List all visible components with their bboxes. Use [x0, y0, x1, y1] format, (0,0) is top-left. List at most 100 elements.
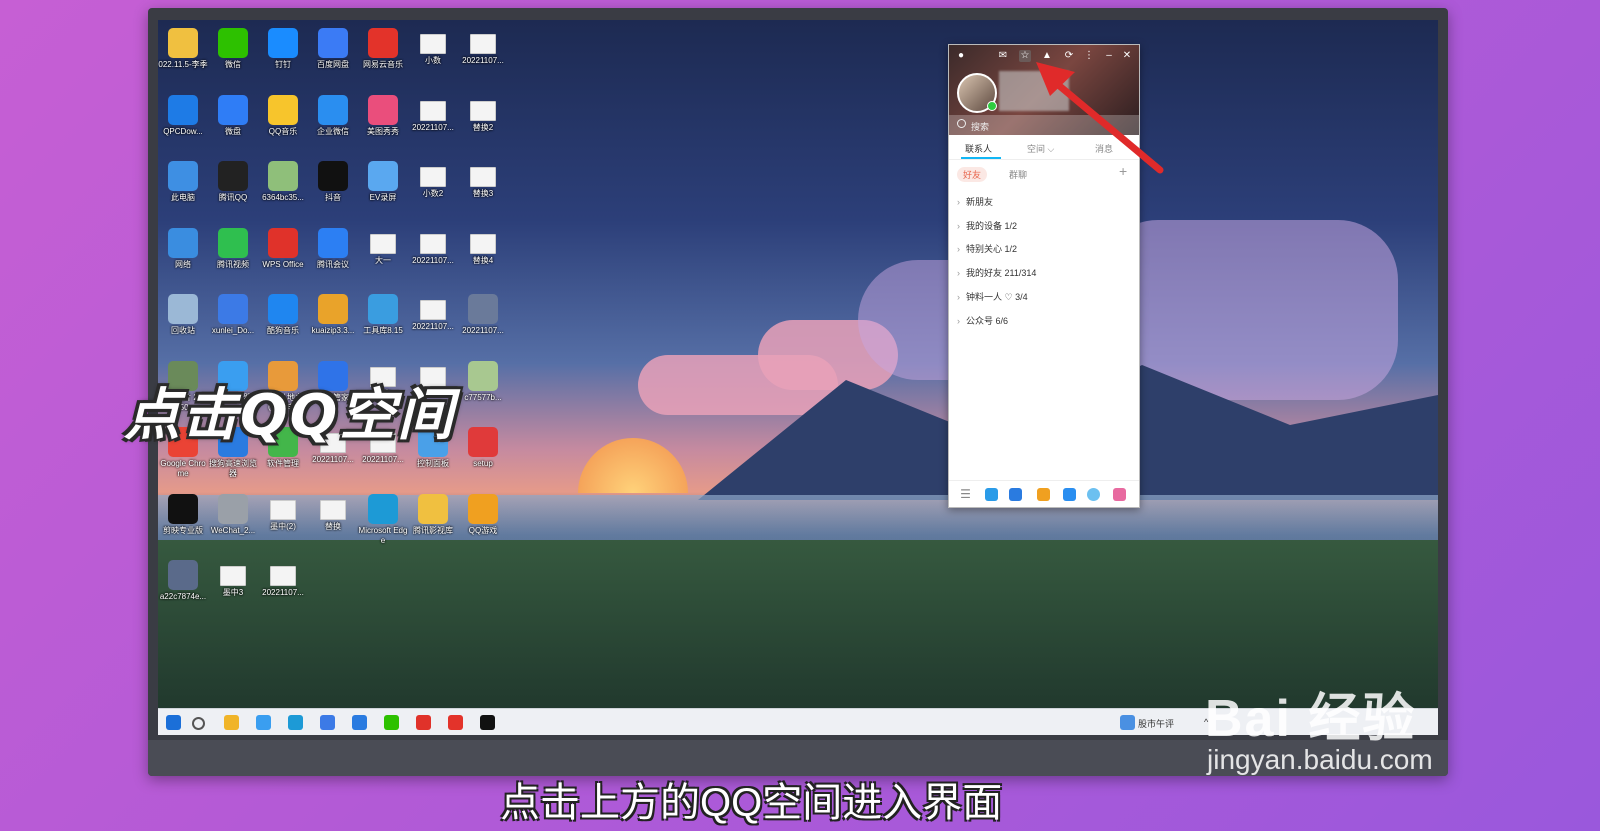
desktop-icon[interactable]: 工具库8.15 [358, 294, 408, 356]
desktop-icon[interactable]: EV录屏 [358, 161, 408, 223]
desktop-icon-label: 6364bc35... [262, 193, 304, 202]
search-placeholder: 搜索 [971, 122, 990, 132]
desktop-icon[interactable]: 小数2 [408, 161, 458, 223]
search-input[interactable]: 搜索 [949, 115, 1139, 135]
qq-main-panel[interactable]: ● ✉ ☆ ▲ ⟳ ⋮ – ✕ 搜索 联系人 空间 ⌵ 消息 好友 群聊 + ›… [948, 44, 1140, 508]
subtab-friends[interactable]: 好友 [957, 167, 988, 182]
desktop-icon[interactable]: 回收站 [158, 294, 208, 356]
desktop-icon[interactable]: 抖音 [308, 161, 358, 223]
tab-contacts[interactable]: 联系人 [965, 142, 992, 155]
desktop-icon[interactable]: WPS Office [258, 227, 308, 290]
wechat-icon[interactable] [384, 715, 399, 730]
desktop-icon[interactable]: 墨中(2) [258, 494, 308, 556]
desktop-icon[interactable]: 替换4 [458, 228, 508, 290]
desktop-icon[interactable]: 20221107... [458, 294, 508, 356]
desktop-icon[interactable]: 剪映专业版 [158, 493, 208, 556]
netease-music-icon[interactable] [448, 715, 463, 730]
more-icon[interactable]: ⋮ [1083, 50, 1095, 62]
desktop-icon[interactable]: 替换2 [458, 95, 508, 157]
desktop-icon[interactable]: 企业微信 [308, 94, 358, 157]
bell-icon[interactable]: ● [955, 50, 967, 62]
watermark-brand: Bai 经验 [1205, 690, 1417, 748]
gamepad-icon[interactable] [1063, 488, 1076, 501]
desktop-icon[interactable]: 微信 [208, 28, 258, 90]
close-icon[interactable]: ✕ [1121, 50, 1133, 62]
desktop-icon[interactable]: setup [458, 427, 508, 489]
desktop-icon[interactable]: 腾讯影视库 [408, 493, 458, 556]
minimize-icon[interactable]: – [1103, 50, 1115, 62]
desktop-icon[interactable]: 大一 [358, 228, 408, 290]
image-file-icon [470, 34, 496, 54]
desktop-icon[interactable]: 美图秀秀 [358, 94, 408, 157]
desktop-icon[interactable]: WeChat_2... [208, 493, 258, 556]
douyin-icon[interactable] [480, 715, 495, 730]
mail-icon[interactable]: ✉ [997, 50, 1009, 62]
taskbar-news[interactable]: 股市午评 [1138, 717, 1174, 730]
shirt-icon[interactable]: ▲ [1041, 50, 1053, 62]
desktop-icon[interactable]: 百度网盘 [308, 28, 358, 90]
windows-start-icon[interactable] [166, 715, 181, 730]
desktop-icon[interactable]: 20221107... [458, 28, 508, 90]
desktop-icon[interactable]: 腾讯QQ [208, 161, 258, 223]
desktop-icon[interactable]: 墨中3 [208, 560, 258, 622]
tab-space[interactable]: 空间 ⌵ [1027, 142, 1054, 155]
desktop-icon-label: 墨中(2) [270, 521, 296, 531]
qzone-star-icon[interactable]: ☆ [1019, 50, 1031, 62]
desktop-icon[interactable]: 微盘 [208, 94, 258, 157]
contact-group[interactable]: › 我的设备 1/2 [957, 219, 1017, 232]
desktop-icon[interactable]: 酷狗音乐 [258, 294, 308, 356]
xunlei-icon[interactable] [320, 715, 335, 730]
desktop-icon[interactable]: 腾讯视频 [208, 227, 258, 290]
desktop-icon-label: 微信 [225, 60, 241, 69]
file-assistant-icon[interactable] [1009, 488, 1022, 501]
search-circle-icon[interactable] [192, 717, 205, 730]
desktop-icon[interactable]: c77577b... [458, 360, 508, 423]
contact-group-label: 新朋友 [966, 197, 994, 207]
desktop-icon[interactable]: QQ游戏 [458, 493, 508, 556]
tab-messages[interactable]: 消息 [1095, 142, 1113, 155]
desktop-icon[interactable]: 替换 [308, 494, 358, 556]
edge-icon[interactable] [288, 715, 303, 730]
contact-group[interactable]: › 新朋友 [957, 195, 993, 208]
subtab-groups[interactable]: 群聊 [1003, 167, 1033, 182]
desktop-icon[interactable]: 替换3 [458, 161, 508, 223]
sogou-browser-icon[interactable] [352, 715, 367, 730]
desktop-icon[interactable]: 20221107... [408, 294, 458, 356]
chevron-right-icon: › [957, 268, 960, 279]
contact-group[interactable]: › 我的好友 211/314 [957, 266, 1036, 279]
file-explorer-icon[interactable] [224, 715, 239, 730]
contact-group[interactable]: › 钟料一人 ♡ 3/4 [957, 290, 1028, 303]
cloud-icon[interactable] [1087, 488, 1100, 501]
desktop-icon[interactable]: 网络 [158, 227, 208, 290]
desktop-icon[interactable]: 20221107... [408, 228, 458, 290]
desktop-icon[interactable]: 022.11.5-李季 [158, 28, 208, 90]
contact-group[interactable]: › 公众号 6/6 [957, 314, 1008, 327]
desktop-icon[interactable]: 20221107... [408, 95, 458, 157]
desktop-icon[interactable]: Microsoft Edge [358, 493, 408, 556]
menu-icon[interactable]: ☰ [959, 488, 972, 501]
refresh-icon[interactable]: ⟳ [1063, 50, 1075, 62]
apps-grid-icon[interactable] [1113, 488, 1126, 501]
desktop-icon[interactable]: 钉钉 [258, 28, 308, 90]
wps-icon[interactable] [416, 715, 431, 730]
add-button[interactable]: + [1119, 163, 1127, 179]
document-icon [420, 233, 446, 254]
desktop-icon[interactable]: 小数 [408, 28, 458, 90]
qq-browser-icon[interactable] [256, 715, 271, 730]
desktop-icon[interactable]: QPCDow... [158, 94, 208, 157]
desktop-icon[interactable]: a22c7874e... [158, 560, 208, 622]
desktop-icon[interactable]: 6364bc35... [258, 161, 308, 223]
desktop-icon-label: 20221107... [262, 588, 304, 597]
desktop-icon[interactable]: 此电脑 [158, 161, 208, 223]
game-center-icon[interactable] [1037, 488, 1050, 501]
desktop-icon[interactable]: 网易云音乐 [358, 28, 408, 90]
desktop-icon[interactable]: QQ音乐 [258, 94, 308, 157]
desktop-icon[interactable]: xunlei_Do... [208, 294, 258, 356]
add-friend-icon[interactable] [985, 488, 998, 501]
contact-group[interactable]: › 特别关心 1/2 [957, 242, 1017, 255]
desktop-icon[interactable]: 20221107... [258, 560, 308, 622]
desktop-icon[interactable]: 腾讯会议 [308, 227, 358, 290]
desktop-icon-label: 20221107... [362, 455, 404, 464]
desktop-icon[interactable]: kuaizip3.3... [308, 294, 358, 356]
setup-icon [468, 427, 498, 457]
